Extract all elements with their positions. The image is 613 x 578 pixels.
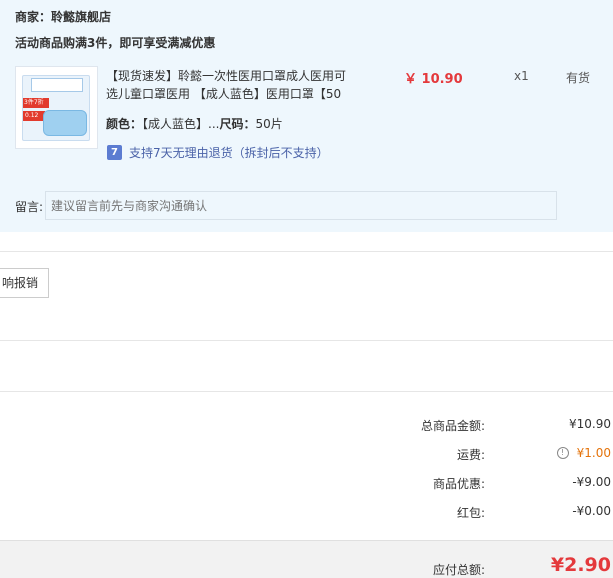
return-policy-text: 支持7天无理由退货（拆封后不支持） — [129, 145, 329, 160]
invoice-button[interactable]: 响报销 — [0, 268, 49, 298]
divider — [0, 340, 613, 341]
divider — [0, 391, 613, 392]
color-label: 颜色： — [106, 117, 143, 131]
product-price: ￥ 10.90 — [404, 72, 463, 87]
total-label: 应付总额: — [432, 563, 485, 577]
total-value: ¥2.90 — [550, 554, 611, 576]
total-bar: 应付总额: ¥2.90 — [0, 540, 613, 578]
seven-day-return-icon: 7 — [107, 144, 122, 160]
product-title[interactable]: 【现货速发】聆懿一次性医用口罩成人医用可选儿童口罩医用 【成人蓝色】医用口罩【5… — [106, 67, 356, 103]
subtotal-value: ¥10.90 — [569, 417, 611, 431]
stock-status: 有货 — [566, 71, 591, 85]
freight-value-group: ! ¥1.00 — [556, 446, 611, 460]
product-quantity: x1 — [514, 69, 529, 83]
product-thumbnail[interactable]: 3件7折 0.12 — [15, 66, 98, 149]
size-label: 尺码： — [219, 117, 256, 131]
subtotal-label: 总商品金额: — [420, 419, 485, 433]
merchant-name[interactable]: 商家：聆懿旗舰店 — [15, 8, 111, 25]
discount-label: 商品优惠: — [432, 477, 485, 491]
order-card: 商家：聆懿旗舰店 活动商品购满3件，即可享受满减优惠 3件7折 0.12 【现货… — [0, 0, 613, 232]
message-input[interactable] — [45, 191, 557, 220]
price-tag: 0.12 — [23, 111, 45, 121]
freight-label: 运费: — [456, 448, 485, 462]
product-spec: 颜色：【成人蓝色】...尺码：50片 — [106, 115, 283, 132]
size-value: 50片 — [255, 117, 283, 131]
message-label: 留言: — [15, 200, 44, 214]
divider — [0, 251, 613, 252]
box-label — [31, 78, 83, 92]
discount-value: -¥9.00 — [572, 475, 611, 489]
info-icon[interactable]: ! — [556, 447, 569, 459]
color-value: 【成人蓝色】... — [142, 117, 220, 131]
product-box-image: 3件7折 0.12 — [22, 75, 90, 141]
promo-text: 活动商品购满3件，即可享受满减优惠 — [15, 36, 216, 50]
promo-tag: 3件7折 — [23, 98, 49, 108]
return-policy: 7 支持7天无理由退货（拆封后不支持） — [107, 144, 329, 160]
red-packet-value: -¥0.00 — [572, 504, 611, 518]
red-packet-label: 红包: — [456, 506, 485, 520]
freight-value: ¥1.00 — [576, 446, 611, 460]
mask-image — [43, 110, 87, 136]
